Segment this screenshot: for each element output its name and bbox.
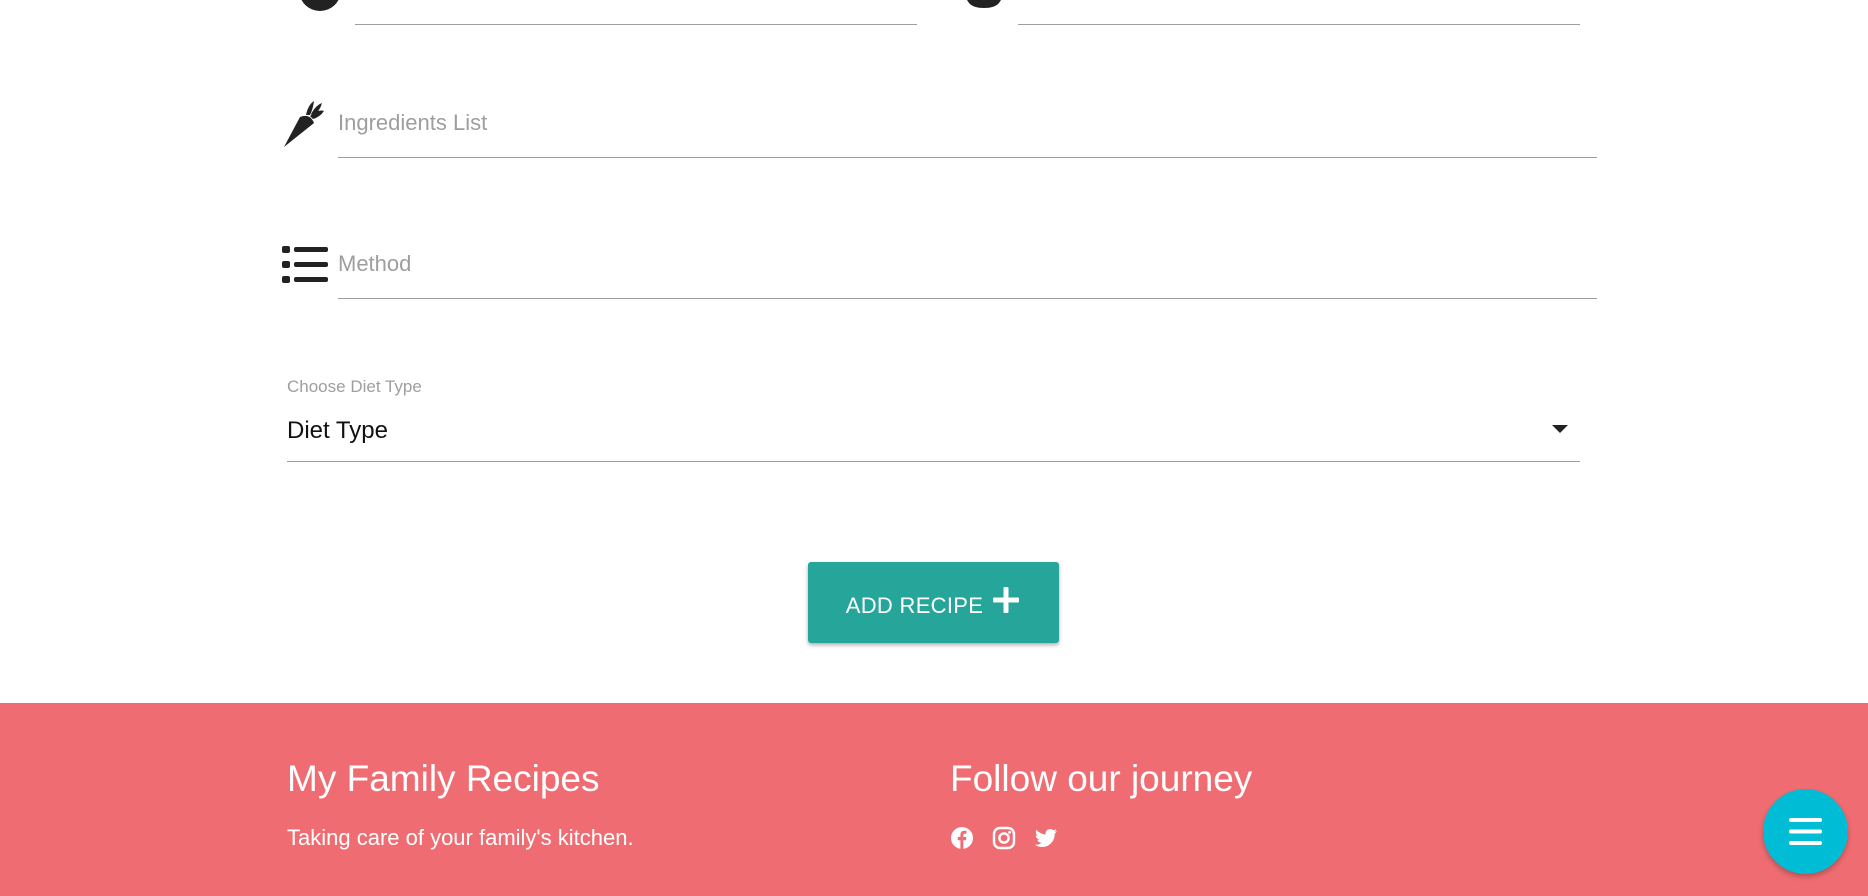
method-field[interactable] xyxy=(338,251,1597,299)
cooking-pot-icon xyxy=(961,0,1007,10)
carrot-icon xyxy=(280,101,328,149)
top-right-field[interactable] xyxy=(1018,0,1580,26)
method-input[interactable] xyxy=(338,251,1597,277)
diet-type-label: Choose Diet Type xyxy=(287,377,422,396)
add-recipe-page: Choose Diet Type Diet Type ADD RECIPE My… xyxy=(0,0,1868,896)
top-right-input[interactable] xyxy=(1018,0,1580,26)
top-left-input[interactable] xyxy=(355,0,917,26)
add-recipe-button[interactable]: ADD RECIPE xyxy=(808,562,1059,643)
diet-type-select[interactable]: Diet Type xyxy=(287,412,1580,462)
ingredients-input[interactable] xyxy=(338,110,1597,136)
list-icon xyxy=(282,245,328,285)
diet-type-value: Diet Type xyxy=(287,417,388,444)
clock-icon xyxy=(298,0,342,12)
plus-icon xyxy=(991,585,1021,618)
footer-tagline: Taking care of your family's kitchen. xyxy=(287,825,634,850)
menu-fab-button[interactable] xyxy=(1763,789,1848,874)
add-recipe-label: ADD RECIPE xyxy=(845,592,984,618)
ingredients-field[interactable] xyxy=(338,110,1597,158)
top-left-field[interactable] xyxy=(355,0,917,26)
follow-title: Follow our journey xyxy=(950,758,1253,799)
footer-title: My Family Recipes xyxy=(287,758,600,799)
instagram-icon[interactable] xyxy=(992,826,1016,850)
caret-down-icon xyxy=(1552,425,1568,433)
twitter-icon[interactable] xyxy=(1034,826,1058,850)
facebook-icon[interactable] xyxy=(950,826,974,850)
footer: My Family Recipes Taking care of your fa… xyxy=(0,703,1868,896)
